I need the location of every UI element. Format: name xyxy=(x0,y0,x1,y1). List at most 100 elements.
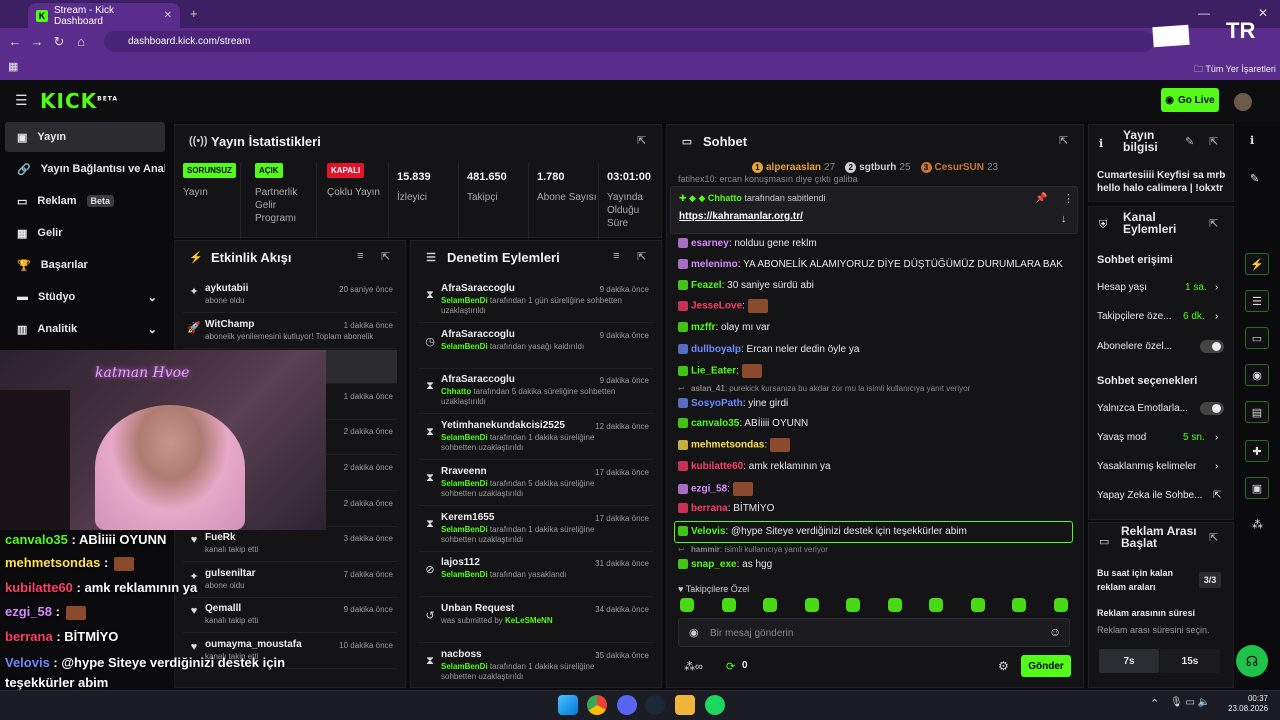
list-icon[interactable]: ☰ xyxy=(1245,290,1269,312)
wrench-icon[interactable]: ✚ xyxy=(1245,440,1269,462)
expand-down-icon[interactable]: ↓ xyxy=(1061,213,1067,225)
chat-username[interactable]: JesseLove xyxy=(691,301,742,312)
account-age-row[interactable]: Hesap yaşı 1 sa. › xyxy=(1097,282,1225,293)
chat-message[interactable]: JesseLove: xyxy=(678,299,768,313)
popout-icon[interactable]: ⇱ xyxy=(381,250,390,263)
sidebar-item-ads[interactable]: ▭ Reklam Beta xyxy=(5,186,165,216)
home-icon[interactable]: ⌂ xyxy=(70,34,92,49)
edit-icon[interactable]: ✎ xyxy=(1185,135,1194,148)
new-tab-icon[interactable]: + xyxy=(190,6,198,21)
popout-icon[interactable]: ⇱ xyxy=(637,250,646,263)
emote-icon[interactable] xyxy=(887,598,902,612)
popout-icon[interactable]: ⇱ xyxy=(637,134,646,147)
info-icon[interactable]: ℹ xyxy=(1250,134,1254,147)
leaderboard-entry[interactable]: 3 CesurSUN 23 xyxy=(920,162,998,173)
pinned-message[interactable]: ✚ ◆ ◆ Chhatto tarafından sabitlendi http… xyxy=(670,186,1078,234)
sidebar-item-yayin[interactable]: ▣ Yayın xyxy=(5,122,165,152)
go-live-button[interactable]: ◉ Go Live xyxy=(1161,88,1219,112)
chat-username[interactable]: kubilatte60 xyxy=(691,461,743,472)
bookmarks-folder[interactable]: 🗀 Tüm Yer İşaretleri xyxy=(1194,62,1276,78)
popout-icon[interactable]: ⇱ xyxy=(1209,531,1218,544)
tray-chevron-icon[interactable]: ⌃ xyxy=(1150,697,1159,710)
reply-context[interactable]: ↩ hammir: isimli kullanıcıya yanıt veriyo… xyxy=(678,545,828,555)
ad-duration-7s[interactable]: 7s xyxy=(1099,649,1159,673)
chat-username[interactable]: SosyoPath xyxy=(691,398,743,409)
steam-icon[interactable] xyxy=(645,695,665,715)
sidebar-item-achievements[interactable]: 🏆 Başarılar xyxy=(5,250,165,280)
lightning-icon[interactable]: ⚡ xyxy=(1245,253,1269,275)
chat-message[interactable]: berrana: BİTMİYO xyxy=(678,503,774,514)
chat-username[interactable]: aslan_41 xyxy=(691,384,725,393)
moderation-row[interactable]: ◷ AfraSaraccoglu SelamBenDi tarafından yas… xyxy=(419,325,653,369)
emote-icon[interactable] xyxy=(763,598,777,612)
emote-icon[interactable] xyxy=(804,598,819,612)
ai-moderation-row[interactable]: Yapay Zeka ile Sohbe... ⇱ xyxy=(1097,490,1225,501)
chat-username[interactable]: berrana xyxy=(691,503,728,514)
back-icon[interactable]: ← xyxy=(4,34,26,49)
chat-username[interactable]: Lie_Eater xyxy=(691,366,736,377)
taskbar-clock[interactable]: 00:37 23.08.2026 xyxy=(1228,694,1268,714)
browser-tab[interactable]: K Stream - Kick Dashboard ✕ xyxy=(28,3,180,28)
emote-icon[interactable] xyxy=(929,598,943,612)
close-window-icon[interactable]: ✕ xyxy=(1258,6,1268,20)
layout-icon[interactable]: ▣ xyxy=(1245,477,1269,499)
moderation-row[interactable]: ↺ Unban Request was submitted by KeLeSMeNN… xyxy=(419,599,653,643)
file-explorer-icon[interactable] xyxy=(675,695,695,715)
send-button[interactable]: Gönder xyxy=(1021,655,1071,677)
profile-badge[interactable]: TR xyxy=(1226,18,1255,44)
emote-only-toggle[interactable] xyxy=(1200,402,1224,415)
activity-row[interactable]: ✦ aykutabii abone oldu 20 saniye önce xyxy=(183,279,397,313)
spotify-icon[interactable] xyxy=(705,695,725,715)
chat-message[interactable]: esarney: nolduu gene reklm xyxy=(678,238,817,249)
edit-icon[interactable]: ✎ xyxy=(1250,172,1259,185)
activity-row[interactable]: ✦ gulseniltar abone oldu 7 dakika önce xyxy=(183,564,397,598)
kick-logo[interactable]: KICKBETA xyxy=(40,89,118,113)
subs-only-toggle[interactable] xyxy=(1200,340,1224,353)
chat-username[interactable]: snap_exe xyxy=(691,559,737,570)
popout-icon[interactable]: ⇱ xyxy=(1059,134,1068,147)
chat-message[interactable]: melenimo: YA ABONELİK ALAMIYORUZ DİYE DÜ… xyxy=(678,259,1063,270)
chat-icon[interactable]: ▭ xyxy=(1245,327,1269,349)
chat-input[interactable]: ◉ Bir mesaj gönderin ☺ xyxy=(678,618,1070,647)
discord-icon[interactable] xyxy=(617,695,637,715)
minimize-icon[interactable]: — xyxy=(1198,6,1210,20)
chat-message[interactable]: snap_exe: as hgg xyxy=(678,559,772,570)
chat-message[interactable]: SosyoPath: yine girdi xyxy=(678,398,788,409)
chat-message[interactable]: ezgi_58: xyxy=(678,482,753,496)
chat-message[interactable]: mehmetsondas: xyxy=(678,438,791,452)
chat-username[interactable]: melenimo xyxy=(691,259,738,270)
emote-icon[interactable] xyxy=(1012,598,1026,612)
ad-duration-15s[interactable]: 15s xyxy=(1160,649,1220,673)
pinned-link[interactable]: https://kahramanlar.org.tr/ xyxy=(679,211,803,222)
moderation-row[interactable]: ⧗ AfraSaraccoglu Chhatto tarafından 5 daki… xyxy=(419,370,653,415)
banned-words-row[interactable]: Yasaklanmış kelimeler › xyxy=(1097,461,1225,472)
chat-username[interactable]: dullboyalp xyxy=(691,344,741,355)
sidebar-item-connection[interactable]: 🔗 Yayın Bağlantısı ve Anahtarı xyxy=(5,154,165,184)
url-field[interactable]: dashboard.kick.com/stream xyxy=(104,31,1154,52)
emote-icon[interactable] xyxy=(1053,598,1068,612)
moderation-row[interactable]: ⧗ nacboss SelamBenDi tarafından 1 dakika s… xyxy=(419,645,653,687)
reload-icon[interactable]: ↻ xyxy=(48,34,70,50)
leaderboard-entry[interactable]: 2 sgtburh 25 xyxy=(845,162,911,173)
avatar[interactable] xyxy=(1234,93,1252,111)
chat-username[interactable]: canvalo35 xyxy=(691,418,739,429)
moderation-row[interactable]: ⧗ Rraveenn SelamBenDi tarafından 5 dakika … xyxy=(419,462,653,506)
forward-icon[interactable]: → xyxy=(26,34,48,49)
moderation-row[interactable]: ⊘ lajos112 SelamBenDi tarafından yasakland… xyxy=(419,553,653,598)
tray-icons[interactable]: 🎙 ▭ 🔈 xyxy=(1170,697,1210,708)
chat-username[interactable]: esarney xyxy=(691,238,729,249)
emote-icon[interactable] xyxy=(680,598,694,612)
emoji-icon[interactable]: ☺ xyxy=(1049,625,1061,639)
activity-row[interactable]: ♥ Qemalll kanalı takip etti 9 dakika önce xyxy=(183,599,397,634)
moderation-row[interactable]: ⧗ Kerem1655 SelamBenDi tarafından 1 dakika… xyxy=(419,508,653,552)
filter-icon[interactable]: ≡ xyxy=(357,250,363,262)
chat-message[interactable]: Lie_Eater: xyxy=(678,364,762,378)
leaderboard-entry[interactable]: 1 alperaaslan 27 xyxy=(752,162,835,173)
moderation-row[interactable]: ⧗ Yetimhanekundakcisi2525 SelamBenDi taraf… xyxy=(419,416,653,461)
popout-icon[interactable]: ⇱ xyxy=(1209,135,1218,148)
followers-only-row[interactable]: Takipçilere öze... 6 dk. › xyxy=(1097,311,1225,322)
sidebar-item-studio[interactable]: ▬ Stüdyo ⌄ xyxy=(5,282,165,312)
reply-context[interactable]: ↩ aslan_41: purekick kursanıza bu akdar z… xyxy=(678,384,970,394)
broadcast-icon[interactable]: ◉ xyxy=(1245,364,1269,386)
sidebar-item-revenue[interactable]: ▦ Gelir xyxy=(5,218,165,248)
